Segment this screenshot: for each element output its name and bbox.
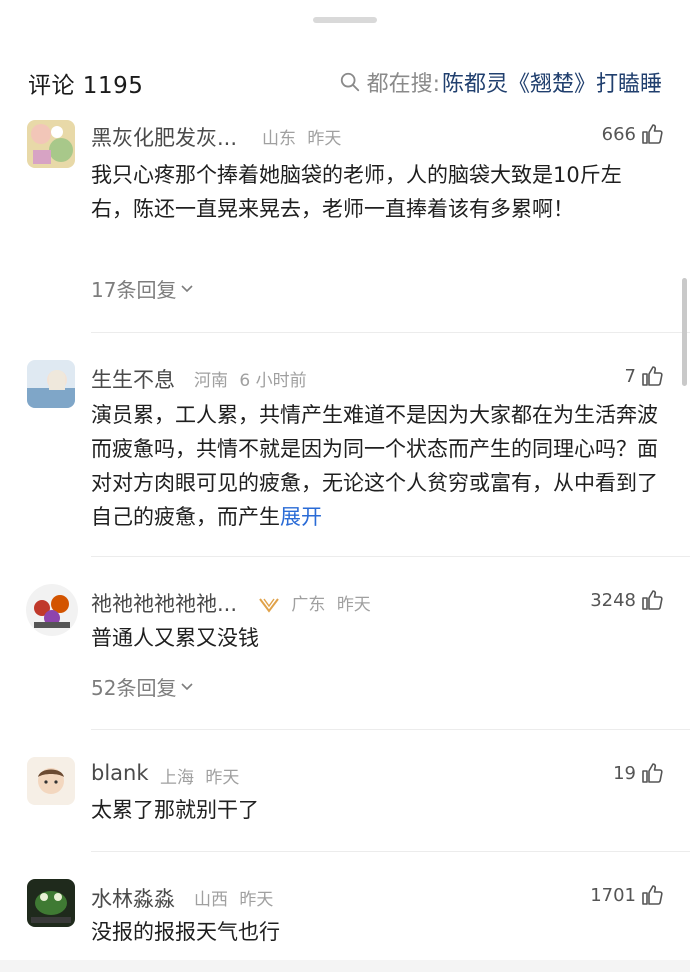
like-count: 19 (613, 762, 636, 784)
comment-text: 没报的报报天气也行 (91, 920, 280, 944)
avatar[interactable] (27, 879, 75, 927)
like-button[interactable]: 1701 (590, 883, 664, 907)
trending-search[interactable]: 都在搜: 陈都灵《翘楚》打瞌睡 (339, 66, 662, 98)
comment-text: 太累了那就别干了 (91, 798, 259, 822)
comment-meta: 广东 昨天 (258, 590, 371, 615)
comment-text-body: 演员累，工人累，共情产生难道不是因为大家都在为生活奔波而疲惫吗，共情不就是因为同… (91, 403, 658, 529)
chevron-down-icon (181, 682, 194, 690)
timestamp: 昨天 (307, 129, 342, 149)
comment-text: 我只心疼那个捧着她脑袋的老师，人的脑袋大致是10斤左右，陈还一直晃来晃去，老师一… (91, 163, 622, 221)
divider (91, 729, 690, 730)
comments-count-title: 评论 1195 (28, 73, 144, 99)
location: 山东 (262, 129, 296, 149)
like-count: 1701 (590, 884, 636, 906)
comment-meta: 上海 昨天 (160, 763, 239, 788)
thumbs-up-icon (642, 590, 663, 610)
comments-header: 评论 1195 都在搜: 陈都灵《翘楚》打瞌睡 (0, 56, 690, 104)
username[interactable]: 黑灰化肥发灰... (91, 122, 237, 152)
scrollbar[interactable] (682, 278, 687, 386)
avatar[interactable] (27, 757, 75, 805)
replies-count: 52条回复 (91, 676, 177, 700)
username[interactable]: 水林淼淼 (91, 883, 175, 913)
expand-link[interactable]: 展开 (280, 505, 322, 529)
thumbs-up-icon (642, 885, 663, 905)
like-count: 3248 (590, 589, 636, 611)
comment-meta: 河南 6 小时前 (194, 366, 307, 391)
comment-text: 演员累，工人累，共情产生难道不是因为大家都在为生活奔波而疲惫吗，共情不就是因为同… (91, 398, 661, 534)
avatar[interactable] (26, 584, 78, 636)
comment-meta: 山西 昨天 (194, 885, 273, 910)
username[interactable]: 祂祂祂祂祂祂... (91, 588, 237, 618)
timestamp: 昨天 (205, 768, 240, 788)
timestamp: 昨天 (336, 595, 371, 615)
search-prefix: 都在搜: (366, 72, 440, 97)
location: 上海 (160, 768, 194, 788)
username[interactable]: 生生不息 (91, 364, 175, 394)
like-button[interactable]: 19 (613, 761, 664, 785)
divider (91, 332, 690, 333)
location: 山西 (194, 890, 228, 910)
comment-text: 普通人又累又没钱 (91, 626, 259, 650)
like-button[interactable]: 666 (602, 122, 664, 146)
username[interactable]: blank (91, 761, 149, 785)
like-button[interactable]: 3248 (590, 588, 664, 612)
thumbs-up-icon (642, 763, 663, 783)
comment-meta: 山东 昨天 (262, 124, 341, 149)
chevron-down-icon (181, 284, 194, 292)
vip-badge-icon (259, 598, 279, 613)
replies-toggle[interactable]: 17条回复 (91, 274, 194, 303)
like-button[interactable]: 7 (625, 364, 664, 388)
bottom-bar (0, 960, 690, 972)
search-query-link[interactable]: 陈都灵《翘楚》打瞌睡 (442, 66, 662, 98)
like-count: 666 (601, 123, 636, 145)
thumbs-up-icon (642, 366, 663, 386)
replies-toggle[interactable]: 52条回复 (91, 672, 194, 701)
location: 河南 (194, 371, 228, 391)
timestamp: 昨天 (239, 890, 274, 910)
replies-count: 17条回复 (91, 278, 177, 302)
avatar[interactable] (27, 360, 75, 408)
search-icon (340, 72, 359, 92)
drag-handle[interactable] (313, 17, 377, 23)
divider (91, 556, 690, 557)
like-count: 7 (624, 365, 636, 387)
location: 广东 (291, 595, 326, 615)
avatar[interactable] (27, 120, 75, 168)
divider (91, 851, 690, 852)
thumbs-up-icon (642, 124, 663, 144)
timestamp: 6 小时前 (239, 371, 307, 391)
